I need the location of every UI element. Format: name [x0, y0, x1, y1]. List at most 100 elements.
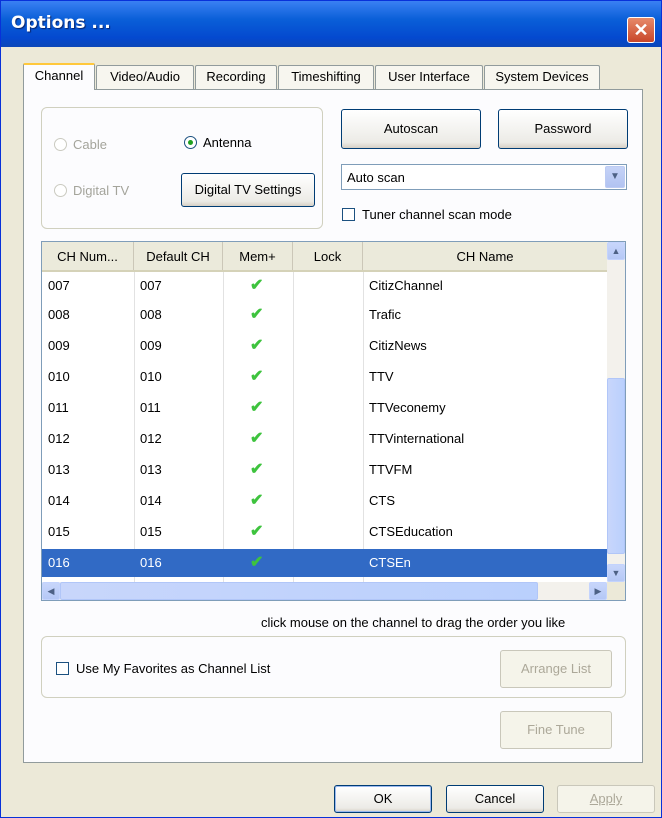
check-icon: ✔ — [250, 277, 264, 294]
scrollbar-corner — [607, 582, 625, 600]
column-ch-num[interactable]: CH Num... — [42, 242, 134, 270]
ch-name-cell: TTVinternational — [369, 431, 465, 446]
tab-channel[interactable]: Channel — [23, 63, 95, 90]
default-ch-cell: 012 — [140, 431, 162, 446]
tuner-scan-checkbox[interactable]: Tuner channel scan mode — [342, 207, 512, 222]
check-icon: ✔ — [250, 554, 264, 571]
scan-mode-select[interactable]: Auto scan ▼ — [341, 164, 627, 190]
column-mem[interactable]: Mem+ — [223, 242, 293, 270]
vertical-scroll-thumb[interactable] — [607, 378, 625, 554]
ch-num-cell: 011 — [48, 400, 69, 415]
ok-button[interactable]: OK — [334, 785, 432, 813]
check-icon: ✔ — [250, 306, 264, 323]
check-icon: ✔ — [250, 492, 264, 509]
password-button[interactable]: Password — [498, 109, 628, 149]
check-icon: ✔ — [250, 523, 264, 540]
apply-button[interactable]: Apply — [557, 785, 655, 813]
check-icon: ✔ — [250, 337, 264, 354]
ch-num-cell: 014 — [48, 493, 70, 508]
ch-name-cell: TTV — [369, 369, 394, 384]
ch-num-cell: 007 — [48, 278, 70, 293]
radio-indicator — [54, 184, 67, 197]
ch-num-cell: 010 — [48, 369, 70, 384]
cancel-button[interactable]: Cancel — [446, 785, 544, 813]
table-row[interactable]: 014 014 ✔ CTS — [42, 487, 607, 515]
table-row-selected[interactable]: 016 016 ✔ CTSEn — [42, 549, 607, 577]
tab-timeshifting[interactable]: Timeshifting — [278, 65, 374, 89]
default-ch-cell: 009 — [140, 338, 162, 353]
horizontal-scroll-thumb[interactable] — [60, 582, 538, 600]
cable-radio[interactable]: Cable — [54, 137, 107, 152]
ch-name-cell: TTVeconemy — [369, 400, 446, 415]
use-favorites-checkbox[interactable]: Use My Favorites as Channel List — [56, 661, 270, 676]
arrange-list-button[interactable]: Arrange List — [500, 650, 612, 688]
source-groupbox — [41, 107, 323, 229]
table-row[interactable]: 015 015 ✔ CTSEducation — [42, 518, 607, 546]
scroll-down-icon[interactable]: ▼ — [607, 564, 625, 582]
default-ch-cell: 008 — [140, 307, 162, 322]
use-favorites-label: Use My Favorites as Channel List — [76, 661, 271, 676]
scroll-up-icon[interactable]: ▲ — [607, 242, 625, 260]
default-ch-cell: 011 — [140, 400, 161, 415]
table-row[interactable]: 013 013 ✔ TTVFM — [42, 456, 607, 484]
ch-num-cell: 008 — [48, 307, 70, 322]
table-row[interactable]: 010 010 ✔ TTV — [42, 363, 607, 391]
default-ch-cell: 016 — [140, 555, 162, 570]
channel-list[interactable]: CH Num... Default CH Mem+ Lock CH Name 0… — [41, 241, 626, 601]
default-ch-cell: 010 — [140, 369, 162, 384]
scan-mode-value: Auto scan — [347, 170, 405, 185]
column-default-ch[interactable]: Default CH — [134, 242, 223, 270]
digital-tv-radio[interactable]: Digital TV — [54, 183, 129, 198]
check-icon: ✔ — [250, 430, 264, 447]
ch-name-cell: CitizChannel — [369, 278, 443, 293]
ch-name-cell: Trafic — [369, 307, 402, 322]
antenna-radio[interactable]: Antenna — [184, 135, 251, 150]
ch-num-cell: 012 — [48, 431, 70, 446]
ch-name-cell: CitizNews — [369, 338, 427, 353]
column-lock[interactable]: Lock — [293, 242, 363, 270]
horizontal-scrollbar[interactable]: ◀ ▶ — [42, 582, 607, 600]
table-row[interactable]: 007 007 ✔ CitizChannel — [42, 272, 607, 300]
scroll-left-icon[interactable]: ◀ — [42, 582, 60, 600]
tab-system-devices[interactable]: System Devices — [484, 65, 600, 89]
ch-name-cell: CTSEn — [369, 555, 411, 570]
table-row[interactable]: 012 012 ✔ TTVinternational — [42, 425, 607, 453]
radio-indicator — [184, 136, 197, 149]
drag-hint-text: click mouse on the channel to drag the o… — [261, 615, 566, 630]
table-row[interactable]: 011 011 ✔ TTVeconemy — [42, 394, 607, 422]
default-ch-cell: 013 — [140, 462, 162, 477]
vertical-scrollbar[interactable]: ▲ ▼ — [607, 242, 625, 582]
radio-indicator — [54, 138, 67, 151]
ch-name-cell: CTSEducation — [369, 524, 453, 539]
default-ch-cell: 014 — [140, 493, 162, 508]
ch-name-cell: TTVFM — [369, 462, 413, 477]
window-title: Options ... — [11, 13, 111, 33]
default-ch-cell: 007 — [140, 278, 162, 293]
options-window: Options ... ✕ Channel Video/Audio Record… — [0, 0, 662, 818]
checkbox-indicator — [342, 208, 355, 221]
digital-tv-label: Digital TV — [73, 183, 130, 198]
checkbox-indicator — [56, 662, 69, 675]
tab-user-interface[interactable]: User Interface — [375, 65, 483, 89]
close-button[interactable]: ✕ — [627, 17, 655, 43]
title-bar[interactable]: Options ... ✕ — [1, 1, 661, 47]
scroll-right-icon[interactable]: ▶ — [589, 582, 607, 600]
tab-video-audio[interactable]: Video/Audio — [96, 65, 194, 89]
default-ch-cell: 015 — [140, 524, 162, 539]
ch-name-cell: CTS — [369, 493, 395, 508]
ch-num-cell: 009 — [48, 338, 70, 353]
table-row[interactable]: 009 009 ✔ CitizNews — [42, 332, 607, 360]
autoscan-button[interactable]: Autoscan — [341, 109, 481, 149]
table-row[interactable]: 008 008 ✔ Trafic — [42, 301, 607, 329]
check-icon: ✔ — [250, 461, 264, 478]
tab-recording[interactable]: Recording — [195, 65, 277, 89]
cable-label: Cable — [73, 137, 107, 152]
close-icon: ✕ — [633, 20, 649, 40]
antenna-label: Antenna — [203, 135, 252, 150]
column-ch-name[interactable]: CH Name — [363, 242, 607, 270]
fine-tune-button[interactable]: Fine Tune — [500, 711, 612, 749]
chevron-down-icon[interactable]: ▼ — [605, 166, 625, 188]
digital-tv-settings-button[interactable]: Digital TV Settings — [181, 173, 315, 207]
ch-num-cell: 013 — [48, 462, 70, 477]
ch-num-cell: 016 — [48, 555, 70, 570]
